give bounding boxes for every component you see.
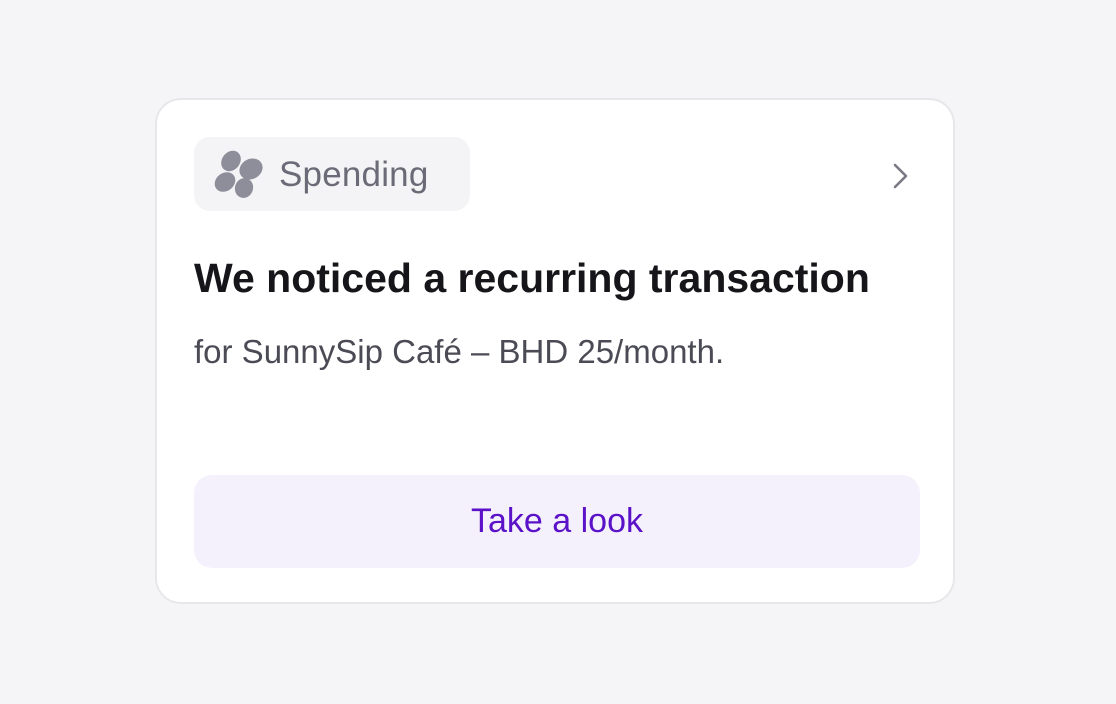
chevron-right-icon[interactable]: [885, 160, 917, 192]
category-chip: Spending: [194, 137, 470, 211]
card-subtext: for SunnySip Café – BHD 25/month.: [194, 333, 725, 370]
category-label: Spending: [279, 154, 429, 194]
spending-icon: [213, 147, 267, 201]
recurring-transaction-card[interactable]: Spending We noticed a recurring transact…: [155, 98, 955, 604]
card-headline: We noticed a recurring transaction: [194, 255, 870, 301]
take-a-look-button[interactable]: Take a look: [194, 475, 920, 568]
